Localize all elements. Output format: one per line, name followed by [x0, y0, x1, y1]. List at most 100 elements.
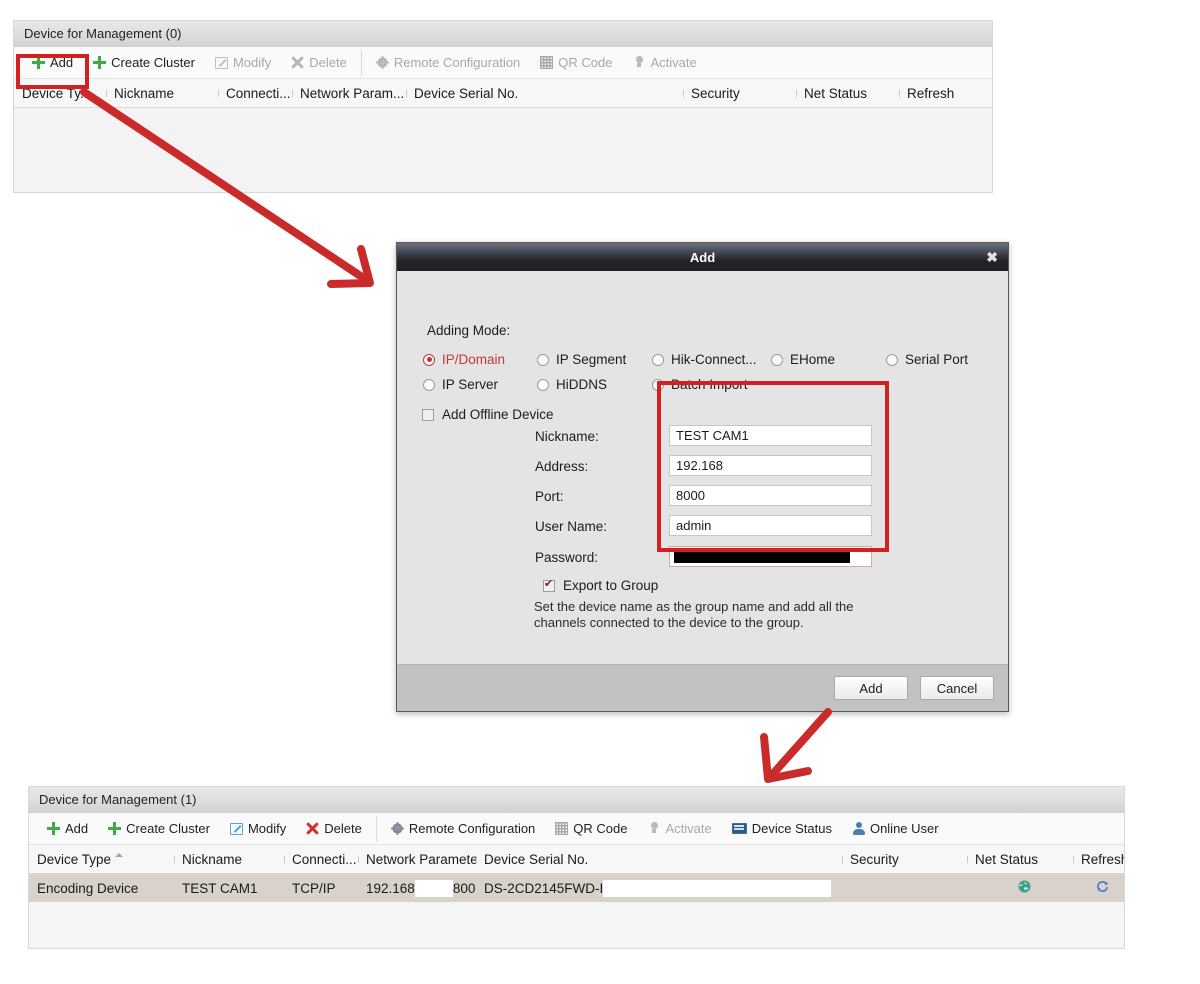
toolbar-button-qr-code[interactable]: QR Code	[545, 816, 637, 842]
toolbar-button-modify[interactable]: Modify	[220, 816, 296, 842]
label-password: Password:	[535, 550, 599, 565]
toolbar-button-online-user[interactable]: Online User	[842, 816, 949, 842]
highlight-box-credential-fields	[657, 381, 889, 552]
globe-online-icon	[1018, 880, 1031, 896]
label-port: Port:	[535, 489, 564, 504]
label-nickname: Nickname:	[535, 429, 599, 444]
radio-label: Hik-Connect...	[671, 352, 757, 367]
device-management-panel-empty: Device for Management (0) Add Create Clu…	[13, 20, 993, 193]
cell-device-serial-no: DS-2CD2145FWD-I	[476, 879, 842, 897]
column-header-net-status[interactable]: Net Status	[967, 852, 1073, 867]
checkbox-export-to-group[interactable]: Export to Group	[543, 578, 658, 593]
radio-label: EHome	[790, 352, 836, 367]
modify-icon	[229, 822, 243, 835]
column-header-security[interactable]: Security	[842, 852, 967, 867]
column-header-serial-no[interactable]: Device Serial No.	[476, 852, 842, 867]
plus-icon	[47, 822, 60, 835]
radio-ehome[interactable]: EHome	[771, 352, 886, 367]
column-header-network-params[interactable]: Network Parameters	[358, 852, 476, 867]
column-header-nickname[interactable]: Nickname	[174, 852, 284, 867]
gear-icon	[390, 822, 404, 835]
toolbar-label: QR Code	[558, 55, 613, 70]
toolbar-button-modify[interactable]: Modify	[205, 50, 281, 76]
label-user-name: User Name:	[535, 519, 608, 534]
cell-serial-value: DS-2CD2145FWD-I	[484, 880, 604, 896]
toolbar-label: Activate	[665, 821, 712, 836]
radio-ip-domain[interactable]: IP/Domain	[423, 352, 537, 367]
toolbar-button-remote-configuration[interactable]: Remote Configuration	[366, 50, 530, 76]
column-header-nickname[interactable]: Nickname	[106, 86, 218, 101]
toolbar-button-qr-code[interactable]: QR Code	[530, 50, 622, 76]
toolbar-label: Remote Configuration	[408, 821, 536, 836]
column-header-device-type[interactable]: Device Type	[29, 852, 174, 867]
column-header-refresh[interactable]: Refresh	[1073, 852, 1124, 867]
toolbar-button-activate[interactable]: Activate	[638, 816, 722, 842]
radio-label: Serial Port	[905, 352, 969, 367]
column-header-security[interactable]: Security	[683, 86, 796, 101]
cell-device-type: Encoding Device	[37, 880, 139, 896]
table-header-top: Device Ty... Nickname Connecti... Networ…	[14, 79, 992, 108]
dialog-add-button[interactable]: Add	[834, 676, 908, 700]
checkbox-label: Export to Group	[563, 578, 659, 593]
network-ip-redaction	[414, 879, 453, 897]
toolbar-label: Remote Configuration	[393, 55, 521, 70]
adding-mode-row-1: IP/Domain IP Segment Hik-Connect... EHom…	[423, 352, 983, 367]
radio-ip-segment[interactable]: IP Segment	[537, 352, 652, 367]
close-icon[interactable]: ✖	[986, 250, 998, 264]
cell-network-port: 8000	[452, 880, 476, 896]
dialog-title: Add	[689, 249, 716, 265]
radio-serial-port[interactable]: Serial Port	[886, 352, 968, 367]
toolbar-bottom: Add Create Cluster Modify Delete Remote …	[29, 813, 1124, 845]
cell-network-parameters: 192.168 8000	[358, 879, 476, 897]
radio-hiddns[interactable]: HiDDNS	[537, 377, 652, 392]
user-icon	[852, 822, 865, 835]
bulb-icon	[633, 56, 646, 69]
export-group-hint: Set the device name as the group name an…	[534, 599, 954, 631]
toolbar-button-device-status[interactable]: Device Status	[722, 816, 842, 842]
radio-label: IP Server	[442, 377, 499, 392]
radio-button-icon	[652, 353, 664, 366]
column-header-refresh[interactable]: Refresh	[899, 86, 992, 101]
checkbox-icon	[422, 408, 434, 421]
radio-button-icon	[886, 353, 898, 366]
cell-refresh[interactable]	[1073, 880, 1124, 896]
dialog-title-bar: Add ✖	[397, 243, 1008, 271]
column-header-label: Device Type	[37, 851, 112, 867]
toolbar-button-delete[interactable]: Delete	[281, 50, 357, 76]
toolbar-label: Delete	[324, 821, 362, 836]
toolbar-button-add[interactable]: Add	[37, 816, 98, 842]
toolbar-button-delete[interactable]: Delete	[296, 816, 372, 842]
checkbox-add-offline-device[interactable]: Add Offline Device	[422, 407, 554, 422]
toolbar-button-remote-configuration[interactable]: Remote Configuration	[381, 816, 545, 842]
dialog-footer: Add Cancel	[397, 664, 1008, 711]
delete-x-icon	[291, 56, 304, 69]
column-header-network-params[interactable]: Network Param...	[292, 86, 406, 101]
toolbar-label: Create Cluster	[126, 821, 210, 836]
radio-ip-server[interactable]: IP Server	[423, 377, 537, 392]
dialog-cancel-button[interactable]: Cancel	[920, 676, 994, 700]
device-management-panel-result: Device for Management (1) Add Create Clu…	[28, 786, 1125, 949]
column-header-connection[interactable]: Connecti...	[284, 852, 358, 867]
qr-code-icon	[540, 56, 554, 69]
toolbar-label: Delete	[309, 55, 347, 70]
checkbox-icon	[543, 578, 555, 592]
serial-redaction	[603, 879, 832, 897]
column-header-net-status[interactable]: Net Status	[796, 86, 899, 101]
table-row[interactable]: Encoding Device TEST CAM1 TCP/IP 192.168…	[29, 874, 1124, 902]
bulb-icon	[648, 822, 661, 835]
radio-hik-connect[interactable]: Hik-Connect...	[652, 352, 771, 367]
radio-button-icon	[771, 353, 783, 366]
checkbox-label: Add Offline Device	[442, 407, 554, 422]
toolbar-button-create-cluster[interactable]: Create Cluster	[83, 50, 205, 76]
toolbar-button-activate[interactable]: Activate	[623, 50, 707, 76]
refresh-icon[interactable]	[1096, 880, 1109, 896]
column-header-serial-no[interactable]: Device Serial No.	[406, 86, 683, 101]
column-header-connection[interactable]: Connecti...	[218, 86, 292, 101]
toolbar-separator	[375, 815, 377, 842]
cell-connection: TCP/IP	[292, 880, 336, 896]
toolbar-label: Add	[65, 821, 89, 836]
toolbar-button-create-cluster[interactable]: Create Cluster	[98, 816, 220, 842]
qr-code-icon	[555, 822, 569, 835]
delete-x-icon	[306, 822, 319, 835]
radio-button-icon	[537, 378, 549, 391]
